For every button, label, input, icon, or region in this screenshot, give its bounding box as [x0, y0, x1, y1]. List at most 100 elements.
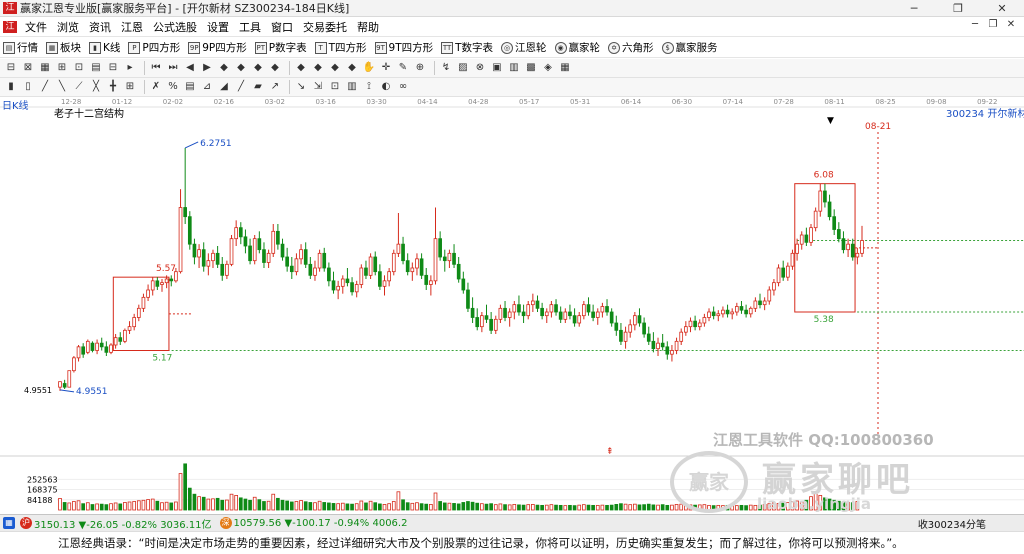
menu-trade[interactable]: 交易委托 — [298, 19, 352, 35]
nav-item-4[interactable]: 9P 9P四方形 — [188, 40, 247, 55]
tool-button[interactable]: ▶ — [200, 61, 214, 75]
menu-info[interactable]: 资讯 — [84, 19, 116, 35]
tool-button[interactable]: ▦ — [38, 61, 52, 75]
nav-item-3[interactable]: P P四方形 — [128, 40, 180, 55]
tool-button[interactable]: ╳ — [89, 80, 103, 94]
nav-item-12[interactable]: $ 赢家服务 — [661, 40, 718, 55]
tool-button[interactable]: ◆ — [268, 61, 282, 75]
candle-body — [155, 280, 160, 287]
tool-button[interactable]: ◆ — [234, 61, 248, 75]
tool-button[interactable]: ╲ — [55, 80, 69, 94]
menu-browse[interactable]: 浏览 — [52, 19, 84, 35]
tool-button[interactable]: ⟟ — [362, 80, 376, 94]
menu-window[interactable]: 窗口 — [266, 19, 298, 35]
tool-button[interactable]: ▰ — [251, 80, 265, 94]
candle-body — [289, 265, 294, 273]
tool-button[interactable]: ⏭ — [166, 61, 180, 75]
tool-button[interactable]: ∞ — [396, 80, 410, 94]
nav-item-6[interactable]: T T四方形 — [314, 40, 367, 55]
tool-button[interactable]: ◆ — [345, 61, 359, 75]
child-restore-button[interactable]: ❐ — [984, 19, 1002, 30]
tool-button[interactable]: ╋ — [106, 80, 120, 94]
menu-settings[interactable]: 设置 — [202, 19, 234, 35]
volume-bar — [419, 503, 424, 511]
nav-item-9[interactable]: ◎ 江恩轮 — [501, 40, 547, 55]
tool-button[interactable]: ▦ — [558, 61, 572, 75]
tool-button[interactable]: ◆ — [217, 61, 231, 75]
nav-item-label: K线 — [103, 42, 121, 54]
tick-detail-label[interactable]: 收300234分笔 — [918, 516, 986, 531]
tool-button[interactable]: ▸ — [123, 61, 137, 75]
candle-body — [285, 256, 289, 267]
tool-button[interactable]: ⊞ — [123, 80, 137, 94]
tool-button[interactable]: ✛ — [379, 61, 393, 75]
volume-bar — [308, 502, 313, 511]
menu-help[interactable]: 帮助 — [352, 19, 384, 35]
tool-button[interactable]: ⊕ — [413, 61, 427, 75]
candle-body — [276, 230, 280, 245]
volume-bar — [303, 501, 308, 511]
tool-button[interactable]: ⊡ — [328, 80, 342, 94]
tool-button[interactable]: ◆ — [328, 61, 342, 75]
tool-button[interactable]: ▨ — [456, 61, 470, 75]
tool-button[interactable]: % — [166, 80, 180, 94]
tool-button[interactable]: ▩ — [524, 61, 538, 75]
child-close-button[interactable]: ✕ — [1002, 19, 1020, 30]
menu-tools[interactable]: 工具 — [234, 19, 266, 35]
tool-button[interactable]: ▮ — [4, 80, 18, 94]
tool-button[interactable]: ⟋ — [72, 80, 86, 94]
tool-button[interactable]: ◆ — [311, 61, 325, 75]
tool-button[interactable]: ◆ — [294, 61, 308, 75]
tool-button[interactable]: ↯ — [439, 61, 453, 75]
nav-item-1[interactable]: ▦ 板块 — [46, 40, 81, 55]
menu-gann[interactable]: 江恩 — [116, 19, 148, 35]
tool-button[interactable]: ▣ — [490, 61, 504, 75]
nav-item-10[interactable]: ◉ 赢家轮 — [554, 40, 600, 55]
menu-file[interactable]: 文件 — [20, 19, 52, 35]
tool-button[interactable]: ▤ — [89, 61, 103, 75]
tool-button[interactable]: ⊟ — [4, 61, 18, 75]
tool-button[interactable]: ⊟ — [106, 61, 120, 75]
tool-button[interactable]: ⊿ — [200, 80, 214, 94]
candle-body — [521, 311, 526, 317]
tool-button[interactable]: ◀ — [183, 61, 197, 75]
nav-item-5[interactable]: PT P数字表 — [254, 40, 307, 55]
tool-button[interactable]: ⊠ — [21, 61, 35, 75]
minimize-button[interactable]: ─ — [892, 0, 936, 17]
volume-bar — [368, 500, 373, 511]
nav-item-8[interactable]: TT T数字表 — [441, 40, 493, 55]
menu-formula[interactable]: 公式选股 — [148, 19, 202, 35]
child-minimize-button[interactable]: ─ — [966, 19, 984, 30]
tool-button[interactable]: ╱ — [38, 80, 52, 94]
nav-item-0[interactable]: ▤ 行情 — [3, 40, 38, 55]
tool-button[interactable]: ╱ — [234, 80, 248, 94]
volume-bar — [466, 501, 470, 511]
volume-bar — [452, 503, 456, 511]
grid-icon[interactable]: ▦ — [3, 517, 15, 529]
tool-button[interactable]: ↗ — [268, 80, 282, 94]
close-button[interactable]: ✕ — [980, 0, 1024, 17]
nav-item-7[interactable]: 9T 9T四方形 — [374, 40, 433, 55]
tool-button[interactable]: ⊗ — [473, 61, 487, 75]
tool-button[interactable]: ▯ — [21, 80, 35, 94]
nav-item-2[interactable]: ▮ K线 — [89, 40, 120, 55]
tool-button[interactable]: ◈ — [541, 61, 555, 75]
candle-body — [855, 252, 860, 258]
tool-button[interactable]: ⊞ — [55, 61, 69, 75]
tool-button[interactable]: ✗ — [149, 80, 163, 94]
tool-button[interactable]: ⊡ — [72, 61, 86, 75]
tool-button[interactable]: ▥ — [507, 61, 521, 75]
tool-button[interactable]: ✋ — [362, 61, 376, 75]
tool-button[interactable]: ◆ — [251, 61, 265, 75]
tool-button[interactable]: ⇲ — [311, 80, 325, 94]
restore-button[interactable]: ❐ — [936, 0, 980, 17]
nav-item-11[interactable]: ✡ 六角形 — [608, 40, 654, 55]
title-bar: 江 赢家江恩专业版[赢家服务平台] - [开尔新材 SZ300234-184日K… — [0, 0, 1024, 17]
tool-button[interactable]: ▤ — [183, 80, 197, 94]
tool-button[interactable]: ↘ — [294, 80, 308, 94]
tool-button[interactable]: ▥ — [345, 80, 359, 94]
tool-button[interactable]: ✎ — [396, 61, 410, 75]
tool-button[interactable]: ◢ — [217, 80, 231, 94]
tool-button[interactable]: ⏮ — [149, 61, 163, 75]
tool-button[interactable]: ◐ — [379, 80, 393, 94]
